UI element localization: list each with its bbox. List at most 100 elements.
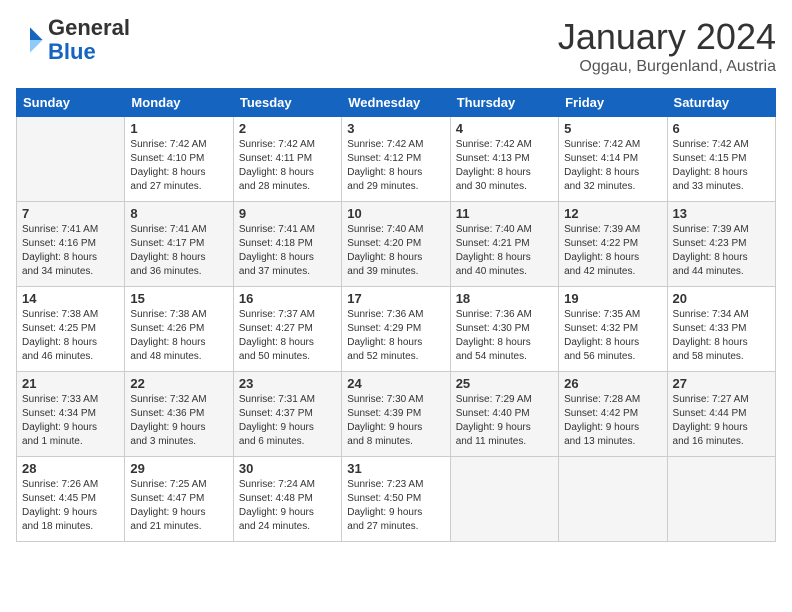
day-info: Sunrise: 7:35 AM Sunset: 4:32 PM Dayligh… — [564, 308, 661, 364]
calendar-cell: 6 Sunrise: 7:42 AM Sunset: 4:15 PM Daylig… — [667, 117, 775, 202]
day-info: Sunrise: 7:41 AM Sunset: 4:17 PM Dayligh… — [130, 223, 227, 279]
day-number: 29 — [130, 461, 227, 476]
day-info: Sunrise: 7:41 AM Sunset: 4:18 PM Dayligh… — [239, 223, 336, 279]
calendar-cell: 20 Sunrise: 7:34 AM Sunset: 4:33 PM Dayli… — [667, 287, 775, 372]
day-info: Sunrise: 7:42 AM Sunset: 4:12 PM Dayligh… — [347, 138, 444, 194]
day-number: 27 — [673, 376, 770, 391]
day-info: Sunrise: 7:36 AM Sunset: 4:30 PM Dayligh… — [456, 308, 553, 364]
day-header: Thursday — [450, 89, 558, 117]
day-number: 11 — [456, 206, 553, 221]
day-info: Sunrise: 7:33 AM Sunset: 4:34 PM Dayligh… — [22, 393, 119, 449]
day-info: Sunrise: 7:31 AM Sunset: 4:37 PM Dayligh… — [239, 393, 336, 449]
day-number: 1 — [130, 121, 227, 136]
calendar-cell: 22 Sunrise: 7:32 AM Sunset: 4:36 PM Dayli… — [125, 372, 233, 457]
calendar-cell: 1 Sunrise: 7:42 AM Sunset: 4:10 PM Daylig… — [125, 117, 233, 202]
day-number: 21 — [22, 376, 119, 391]
day-number: 12 — [564, 206, 661, 221]
day-info: Sunrise: 7:30 AM Sunset: 4:39 PM Dayligh… — [347, 393, 444, 449]
day-number: 25 — [456, 376, 553, 391]
title-area: January 2024 Oggau, Burgenland, Austria — [558, 16, 776, 76]
calendar-cell: 2 Sunrise: 7:42 AM Sunset: 4:11 PM Daylig… — [233, 117, 341, 202]
day-header: Friday — [559, 89, 667, 117]
header: General Blue January 2024 Oggau, Burgenl… — [16, 16, 776, 76]
calendar-cell: 30Sunrise: 7:24 AM Sunset: 4:48 PM Dayli… — [233, 457, 341, 542]
calendar-cell: 16Sunrise: 7:37 AM Sunset: 4:27 PM Dayli… — [233, 287, 341, 372]
calendar-cell: 23 Sunrise: 7:31 AM Sunset: 4:37 PM Dayli… — [233, 372, 341, 457]
day-info: Sunrise: 7:42 AM Sunset: 4:13 PM Dayligh… — [456, 138, 553, 194]
day-number: 2 — [239, 121, 336, 136]
day-number: 6 — [673, 121, 770, 136]
day-info: Sunrise: 7:39 AM Sunset: 4:22 PM Dayligh… — [564, 223, 661, 279]
day-number: 20 — [673, 291, 770, 306]
day-header: Wednesday — [342, 89, 450, 117]
day-header: Tuesday — [233, 89, 341, 117]
calendar-subtitle: Oggau, Burgenland, Austria — [558, 58, 776, 76]
day-info: Sunrise: 7:36 AM Sunset: 4:29 PM Dayligh… — [347, 308, 444, 364]
day-info: Sunrise: 7:28 AM Sunset: 4:42 PM Dayligh… — [564, 393, 661, 449]
calendar-cell: 8Sunrise: 7:41 AM Sunset: 4:17 PM Daylig… — [125, 202, 233, 287]
day-number: 7 — [22, 206, 119, 221]
day-number: 22 — [130, 376, 227, 391]
day-number: 18 — [456, 291, 553, 306]
day-info: Sunrise: 7:41 AM Sunset: 4:16 PM Dayligh… — [22, 223, 119, 279]
calendar-cell: 25Sunrise: 7:29 AM Sunset: 4:40 PM Dayli… — [450, 372, 558, 457]
day-info: Sunrise: 7:24 AM Sunset: 4:48 PM Dayligh… — [239, 478, 336, 534]
day-number: 3 — [347, 121, 444, 136]
day-number: 26 — [564, 376, 661, 391]
calendar-cell: 7 Sunrise: 7:41 AM Sunset: 4:16 PM Daylig… — [17, 202, 125, 287]
day-number: 5 — [564, 121, 661, 136]
day-number: 19 — [564, 291, 661, 306]
calendar-cell: 28 Sunrise: 7:26 AM Sunset: 4:45 PM Dayli… — [17, 457, 125, 542]
calendar-cell: 11 Sunrise: 7:40 AM Sunset: 4:21 PM Dayli… — [450, 202, 558, 287]
day-number: 4 — [456, 121, 553, 136]
day-info: Sunrise: 7:38 AM Sunset: 4:26 PM Dayligh… — [130, 308, 227, 364]
calendar-cell — [667, 457, 775, 542]
day-info: Sunrise: 7:25 AM Sunset: 4:47 PM Dayligh… — [130, 478, 227, 534]
calendar-cell: 15 Sunrise: 7:38 AM Sunset: 4:26 PM Dayli… — [125, 287, 233, 372]
calendar-cell: 4 Sunrise: 7:42 AM Sunset: 4:13 PM Daylig… — [450, 117, 558, 202]
day-info: Sunrise: 7:40 AM Sunset: 4:21 PM Dayligh… — [456, 223, 553, 279]
day-info: Sunrise: 7:27 AM Sunset: 4:44 PM Dayligh… — [673, 393, 770, 449]
day-info: Sunrise: 7:39 AM Sunset: 4:23 PM Dayligh… — [673, 223, 770, 279]
day-number: 13 — [673, 206, 770, 221]
day-info: Sunrise: 7:26 AM Sunset: 4:45 PM Dayligh… — [22, 478, 119, 534]
day-number: 15 — [130, 291, 227, 306]
logo-icon — [16, 26, 44, 54]
calendar-cell: 3 Sunrise: 7:42 AM Sunset: 4:12 PM Daylig… — [342, 117, 450, 202]
calendar-cell: 5 Sunrise: 7:42 AM Sunset: 4:14 PM Daylig… — [559, 117, 667, 202]
logo-blue: Blue — [48, 39, 96, 64]
day-header: Monday — [125, 89, 233, 117]
day-number: 28 — [22, 461, 119, 476]
calendar-cell: 21 Sunrise: 7:33 AM Sunset: 4:34 PM Dayli… — [17, 372, 125, 457]
day-number: 23 — [239, 376, 336, 391]
day-info: Sunrise: 7:40 AM Sunset: 4:20 PM Dayligh… — [347, 223, 444, 279]
calendar-cell: 18 Sunrise: 7:36 AM Sunset: 4:30 PM Dayli… — [450, 287, 558, 372]
day-header: Saturday — [667, 89, 775, 117]
logo: General Blue — [16, 16, 130, 64]
day-number: 31 — [347, 461, 444, 476]
day-info: Sunrise: 7:32 AM Sunset: 4:36 PM Dayligh… — [130, 393, 227, 449]
day-info: Sunrise: 7:42 AM Sunset: 4:14 PM Dayligh… — [564, 138, 661, 194]
calendar-cell: 10 Sunrise: 7:40 AM Sunset: 4:20 PM Dayli… — [342, 202, 450, 287]
day-number: 24 — [347, 376, 444, 391]
calendar-cell: 29 Sunrise: 7:25 AM Sunset: 4:47 PM Dayli… — [125, 457, 233, 542]
calendar-cell: 12 Sunrise: 7:39 AM Sunset: 4:22 PM Dayli… — [559, 202, 667, 287]
day-number: 10 — [347, 206, 444, 221]
calendar-cell: 9Sunrise: 7:41 AM Sunset: 4:18 PM Daylig… — [233, 202, 341, 287]
day-info: Sunrise: 7:42 AM Sunset: 4:11 PM Dayligh… — [239, 138, 336, 194]
calendar-title: January 2024 — [558, 16, 776, 58]
calendar-cell: 13 Sunrise: 7:39 AM Sunset: 4:23 PM Dayli… — [667, 202, 775, 287]
day-info: Sunrise: 7:34 AM Sunset: 4:33 PM Dayligh… — [673, 308, 770, 364]
day-info: Sunrise: 7:23 AM Sunset: 4:50 PM Dayligh… — [347, 478, 444, 534]
day-info: Sunrise: 7:42 AM Sunset: 4:10 PM Dayligh… — [130, 138, 227, 194]
day-number: 16 — [239, 291, 336, 306]
calendar-cell — [559, 457, 667, 542]
calendar-cell — [450, 457, 558, 542]
logo-general: General — [48, 15, 130, 40]
day-header: Sunday — [17, 89, 125, 117]
calendar-cell — [17, 117, 125, 202]
day-number: 17 — [347, 291, 444, 306]
calendar-cell: 17 Sunrise: 7:36 AM Sunset: 4:29 PM Dayli… — [342, 287, 450, 372]
day-info: Sunrise: 7:42 AM Sunset: 4:15 PM Dayligh… — [673, 138, 770, 194]
calendar-cell: 26 Sunrise: 7:28 AM Sunset: 4:42 PM Dayli… — [559, 372, 667, 457]
